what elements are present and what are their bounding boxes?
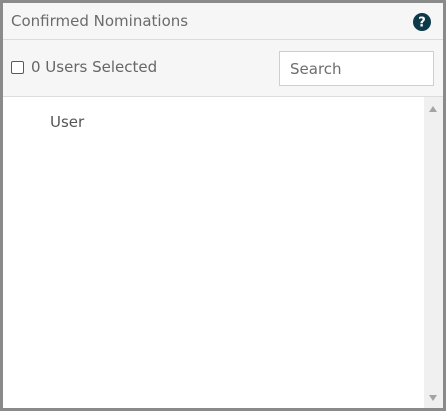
user-column-header: User <box>50 113 85 131</box>
scroll-up-arrow-icon[interactable] <box>429 106 437 112</box>
panel-title: Confirmed Nominations <box>11 12 189 30</box>
selected-count-label: 0 Users Selected <box>31 58 158 76</box>
scroll-down-arrow-icon[interactable] <box>429 395 437 401</box>
panel-header: Confirmed Nominations ? <box>3 3 443 40</box>
select-all-checkbox[interactable] <box>11 60 24 74</box>
help-circle-icon: ? <box>413 13 431 31</box>
search-input[interactable] <box>279 51 434 86</box>
user-list: User <box>3 97 443 408</box>
selection-toolbar: 0 Users Selected <box>3 40 443 97</box>
select-all-control[interactable]: 0 Users Selected <box>11 58 157 76</box>
help-icon[interactable]: ? <box>413 13 431 31</box>
svg-text:?: ? <box>418 16 426 31</box>
confirmed-nominations-panel: Confirmed Nominations ? 0 Users Selected… <box>0 0 446 411</box>
vertical-scrollbar[interactable] <box>424 97 443 408</box>
